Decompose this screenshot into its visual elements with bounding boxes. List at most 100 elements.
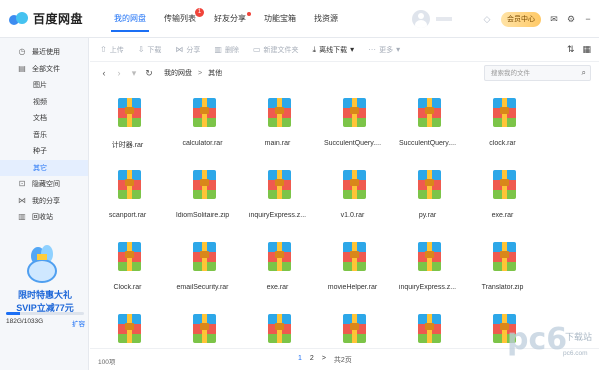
file-item[interactable]: scanport.rar xyxy=(90,160,165,232)
button-label: 上传 xyxy=(109,46,124,54)
file-name: emailSecurity.rar xyxy=(176,284,229,291)
file-item[interactable] xyxy=(315,304,390,348)
file-item[interactable]: inquiryExpress.z... xyxy=(390,232,465,304)
download-button[interactable]: ⇩ 下载 xyxy=(138,45,162,55)
tab-find-resources[interactable]: 找资源 xyxy=(305,0,347,38)
file-item[interactable] xyxy=(90,304,165,348)
sidebar-item-other[interactable]: 其它 xyxy=(0,159,88,176)
app-logo[interactable]: 百度网盘 xyxy=(9,10,99,27)
archive-file-icon xyxy=(268,314,291,343)
file-name: clock.rar xyxy=(489,140,516,147)
back-arrow-icon[interactable]: ‹ xyxy=(98,68,110,78)
sidebar-item-all-files[interactable]: ▤ 全部文件 xyxy=(0,61,88,78)
file-item[interactable]: main.rar xyxy=(240,88,315,160)
archive-file-icon xyxy=(343,170,366,199)
file-item[interactable]: py.rar xyxy=(390,160,465,232)
sort-icon[interactable]: ⇅ xyxy=(567,44,575,55)
sidebar-item-label: 文档 xyxy=(33,115,47,123)
file-item[interactable]: SucculentQuery.... xyxy=(390,88,465,160)
page-2-link[interactable]: 2 xyxy=(310,355,314,365)
tab-transfer-list[interactable]: 传输列表 1 xyxy=(155,0,205,38)
clock-icon: ◷ xyxy=(18,47,26,57)
file-item[interactable]: emailSecurity.rar xyxy=(165,232,240,304)
file-name: v1.0.rar xyxy=(340,212,365,219)
file-item[interactable]: SucculentQuery.... xyxy=(315,88,390,160)
file-item[interactable]: v1.0.rar xyxy=(315,160,390,232)
file-item[interactable]: exe.rar xyxy=(465,160,540,232)
sidebar-item-music[interactable]: 音乐 xyxy=(0,127,88,144)
file-item[interactable]: movieHelper.rar xyxy=(315,232,390,304)
archive-file-icon xyxy=(118,314,141,343)
file-name: py.rar xyxy=(418,212,437,219)
file-item[interactable] xyxy=(390,304,465,348)
file-item[interactable]: calculator.rar xyxy=(165,88,240,160)
file-name: SucculentQuery.... xyxy=(323,140,382,147)
share-icon: ⋈ xyxy=(18,195,26,205)
expand-storage-link[interactable]: 扩容 xyxy=(72,318,85,328)
cloud-logo-icon xyxy=(9,11,29,26)
offline-download-button[interactable]: ⤓ 离线下载 ▾ xyxy=(313,45,355,55)
forward-arrow-icon[interactable]: › xyxy=(113,68,125,78)
sidebar-item-recent[interactable]: ◷ 最近使用 xyxy=(0,44,88,61)
upload-icon: ⇧ xyxy=(100,45,107,54)
file-item[interactable]: Clock.rar xyxy=(90,232,165,304)
sidebar-item-torrents[interactable]: 种子 xyxy=(0,143,88,160)
crown-icon xyxy=(37,254,47,260)
file-item[interactable] xyxy=(165,304,240,348)
diamond-icon[interactable]: ◇ xyxy=(482,14,492,24)
upload-button[interactable]: ⇧ 上传 xyxy=(100,45,124,55)
new-folder-button[interactable]: ▭ 新建文件夹 xyxy=(253,45,299,55)
file-name: calculator.rar xyxy=(182,140,223,147)
gear-icon[interactable]: ⚙ xyxy=(565,13,577,25)
tab-toolbox[interactable]: 功能宝箱 xyxy=(255,0,305,38)
user-name-placeholder[interactable] xyxy=(436,17,452,21)
member-center-button[interactable]: 会员中心 xyxy=(501,11,541,27)
file-item[interactable]: clock.rar xyxy=(465,88,540,160)
trash-icon: ▥ xyxy=(18,212,26,222)
sidebar-item-videos[interactable]: 视频 xyxy=(0,94,88,111)
file-item[interactable]: exe.rar xyxy=(240,232,315,304)
breadcrumb-root[interactable]: 我的网盘 xyxy=(164,68,192,78)
promo-title: 限时特惠大礼 xyxy=(17,290,72,300)
sidebar-item-images[interactable]: 图片 xyxy=(0,77,88,94)
search-icon[interactable]: ⌕ xyxy=(582,68,586,78)
archive-file-icon xyxy=(418,170,441,199)
search-box: ⌕ xyxy=(484,65,591,81)
share-button[interactable]: ⋈ 分享 xyxy=(175,45,200,55)
chevron-down-icon[interactable]: ▾ xyxy=(128,68,140,79)
download-icon: ⇩ xyxy=(137,45,145,54)
more-button[interactable]: ··· 更多 ▾ xyxy=(368,45,400,55)
button-label: 删除 xyxy=(224,46,239,54)
sidebar-item-hidden-space[interactable]: ⊡ 隐藏空间 xyxy=(0,176,88,193)
archive-file-icon xyxy=(493,98,516,127)
breadcrumb-current[interactable]: 其他 xyxy=(208,68,222,78)
avatar[interactable] xyxy=(412,10,430,28)
file-item[interactable]: 计时器.rar xyxy=(90,88,165,160)
tab-my-netdisk[interactable]: 我的网盘 xyxy=(105,0,155,38)
file-item[interactable]: inquiryExpress.z... xyxy=(240,160,315,232)
app-title: 百度网盘 xyxy=(33,12,84,26)
page-1-link[interactable]: 1 xyxy=(298,355,302,365)
tab-friend-share[interactable]: 好友分享 xyxy=(205,0,255,38)
sidebar-item-recycle-bin[interactable]: ▥ 回收站 xyxy=(0,209,88,226)
archive-file-icon xyxy=(118,98,141,127)
mail-icon[interactable]: ✉ xyxy=(548,13,560,25)
grid-view-icon[interactable]: ▦ xyxy=(582,44,591,55)
transfer-count-badge: 1 xyxy=(195,7,204,17)
minimize-icon[interactable]: − xyxy=(582,13,594,25)
share-icon: ⋈ xyxy=(175,45,184,54)
site-watermark: pc6 下载站 pc6.com xyxy=(507,324,593,364)
file-item[interactable] xyxy=(240,304,315,348)
delete-button[interactable]: ▥ 删除 xyxy=(214,45,239,55)
file-item[interactable]: Translator.zip xyxy=(465,232,540,304)
refresh-icon[interactable]: ↻ xyxy=(143,68,155,79)
watermark-url: pc6.com xyxy=(563,350,588,357)
top-right-controls: ◇ 会员中心 ✉ ⚙ − xyxy=(412,0,599,38)
top-bar: 百度网盘 我的网盘 传输列表 1 好友分享 功能宝箱 找资源 ◇ 会员中心 ✉ ⚙… xyxy=(0,0,599,38)
storage-usage-text: 182G/1033G xyxy=(6,318,44,325)
sidebar-item-documents[interactable]: 文档 xyxy=(0,110,88,127)
file-item[interactable]: IdiomSolitaire.zip xyxy=(165,160,240,232)
sidebar-item-my-shares[interactable]: ⋈ 我的分享 xyxy=(0,193,88,210)
search-input[interactable] xyxy=(485,66,575,80)
next-page-link[interactable]: > xyxy=(322,355,326,365)
